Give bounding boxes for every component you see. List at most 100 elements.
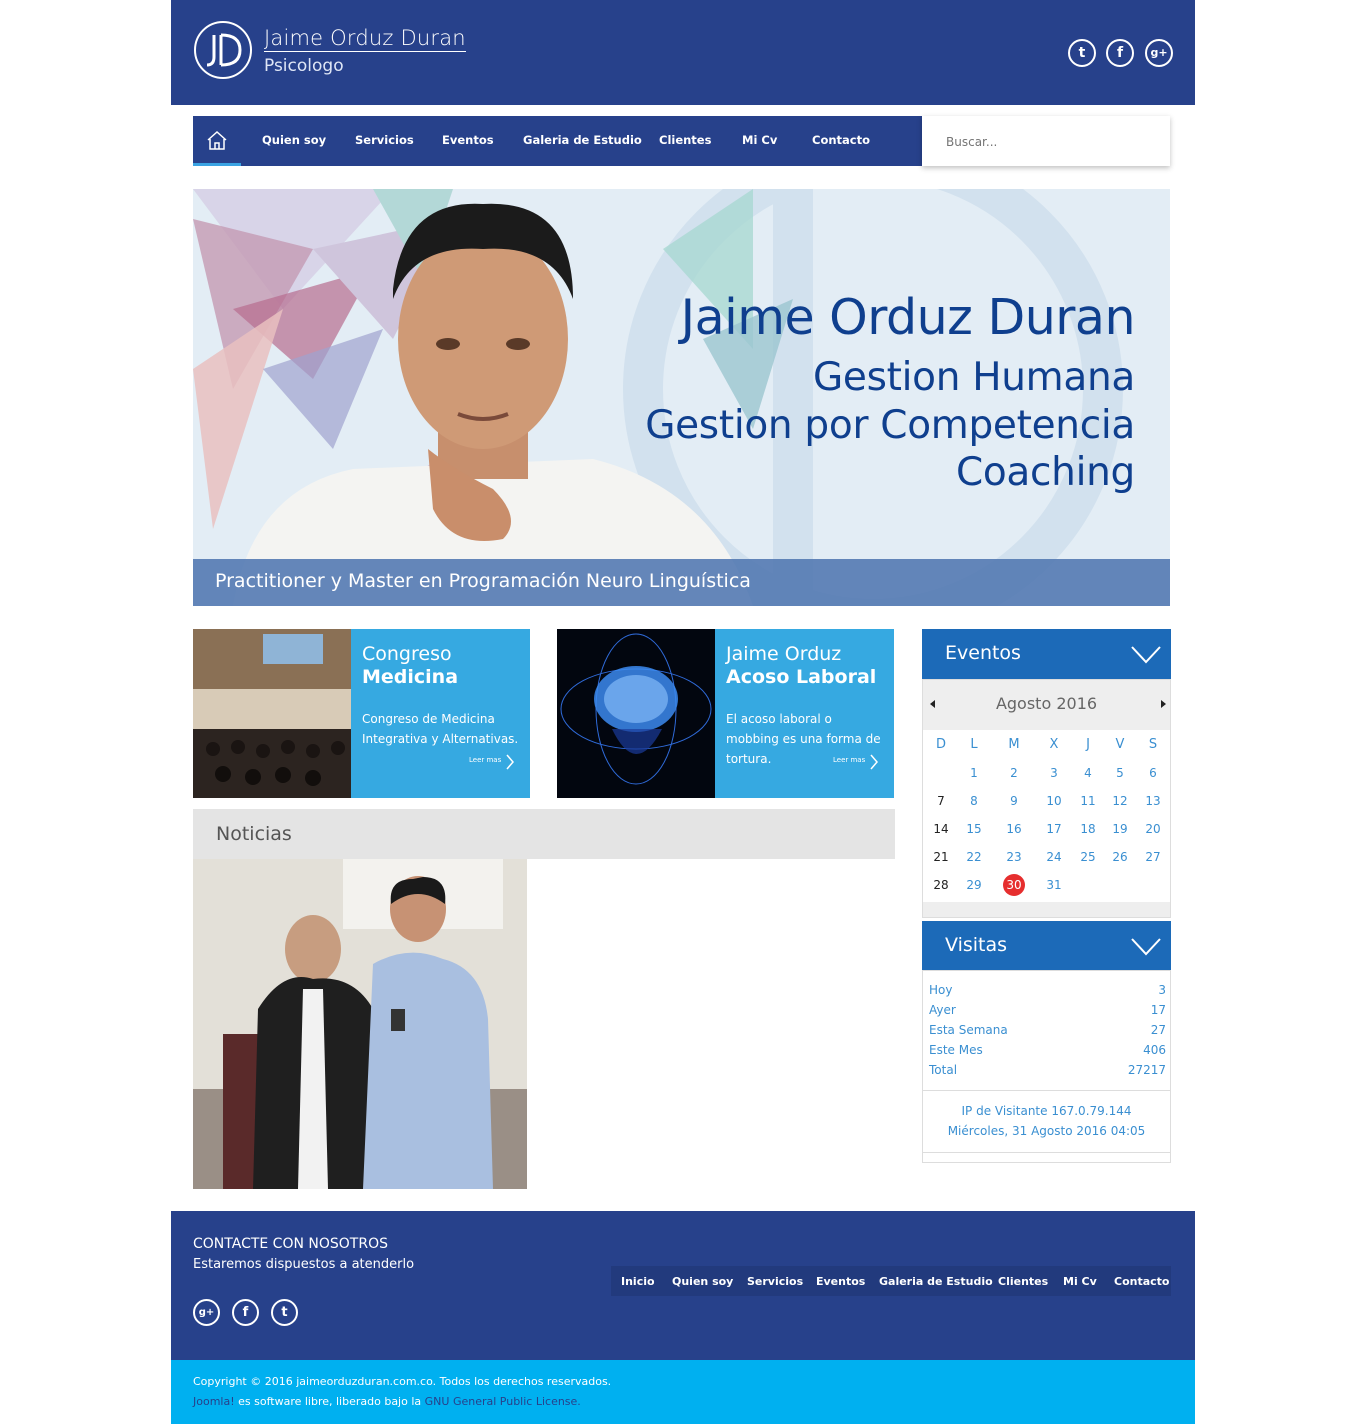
visits-value: 27217 xyxy=(1127,1063,1166,1077)
calendar-day[interactable]: 20 xyxy=(1139,822,1167,836)
calendar-day[interactable]: 5 xyxy=(1106,766,1134,780)
card-title: Congreso Medicina xyxy=(362,643,458,689)
visits-widget-header[interactable]: Visitas xyxy=(922,921,1171,971)
footer-link-quien-soy[interactable]: Quien soy xyxy=(672,1275,733,1288)
card-congreso[interactable]: Congreso Medicina Congreso de Medicina I… xyxy=(193,629,530,798)
footer-link-galeria[interactable]: Galeria de Estudio xyxy=(879,1275,993,1288)
nav-home[interactable] xyxy=(193,116,241,166)
footer-link-clientes[interactable]: Clientes xyxy=(998,1275,1048,1288)
facebook-icon[interactable]: f xyxy=(232,1299,259,1326)
chevron-down-icon[interactable] xyxy=(1131,937,1161,957)
calendar-day[interactable]: 22 xyxy=(960,850,988,864)
card-title-light: Jaime Orduz xyxy=(726,643,842,665)
next-month-icon[interactable] xyxy=(1161,700,1166,708)
visitor-date: Miércoles, 31 Agosto 2016 04:05 xyxy=(947,1124,1146,1138)
calendar-day[interactable]: 3 xyxy=(1040,766,1068,780)
chevron-right-icon[interactable] xyxy=(869,754,879,770)
calendar-day[interactable]: 16 xyxy=(1000,822,1028,836)
nav-item-mi-cv[interactable]: Mi Cv xyxy=(742,133,777,147)
calendar-day[interactable]: 14 xyxy=(927,822,955,836)
visits-label: Esta Semana xyxy=(929,1023,1008,1037)
weekday-header: X xyxy=(1049,737,1059,752)
calendar: Agosto 2016 D L M X J V S 1 2 3 4 5 6 7 8 9 10 11 12 13 14 15… xyxy=(922,679,1171,918)
visits-label: Ayer xyxy=(929,1003,956,1017)
calendar-day[interactable]: 19 xyxy=(1106,822,1134,836)
calendar-day[interactable]: 15 xyxy=(960,822,988,836)
nav-item-quien-soy[interactable]: Quien soy xyxy=(262,133,326,147)
calendar-day[interactable]: 26 xyxy=(1106,850,1134,864)
hero-title: Jaime Orduz Duran xyxy=(680,289,1136,346)
copyright-text: Copyright © 2016 jaimeorduzduran.com.co.… xyxy=(193,1375,612,1388)
calendar-day[interactable]: 2 xyxy=(1000,766,1028,780)
visits-row: Ayer 17 xyxy=(929,1003,1166,1017)
calendar-day[interactable]: 27 xyxy=(1139,850,1167,864)
calendar-day[interactable]: 28 xyxy=(927,878,955,892)
nav-item-eventos[interactable]: Eventos xyxy=(442,133,494,147)
visits-row: Total 27217 xyxy=(929,1063,1166,1077)
license-text: Joomla! es software libre, liberado bajo… xyxy=(193,1395,581,1408)
calendar-day[interactable]: 9 xyxy=(1000,794,1028,808)
hero-caption-bar: Practitioner y Master en Programación Ne… xyxy=(193,559,1170,606)
calendar-day[interactable]: 25 xyxy=(1074,850,1102,864)
footer-link-mi-cv[interactable]: Mi Cv xyxy=(1063,1275,1097,1288)
events-title: Eventos xyxy=(945,642,1021,664)
calendar-day[interactable]: 4 xyxy=(1074,766,1102,780)
logo-icon[interactable] xyxy=(194,21,252,79)
visits-value: 3 xyxy=(1158,983,1166,997)
calendar-day[interactable]: 18 xyxy=(1074,822,1102,836)
site-name[interactable]: Jaime Orduz Duran xyxy=(264,26,466,52)
nav-item-contacto[interactable]: Contacto xyxy=(812,133,870,147)
footer-link-inicio[interactable]: Inicio xyxy=(621,1275,655,1288)
site-subtitle: Psicologo xyxy=(264,56,344,76)
calendar-day[interactable]: 8 xyxy=(960,794,988,808)
site-header: Jaime Orduz Duran Psicologo t f g+ xyxy=(171,0,1195,105)
calendar-day[interactable]: 6 xyxy=(1139,766,1167,780)
card-description: Congreso de Medicina Integrativa y Alter… xyxy=(362,712,519,746)
footer-title: CONTACTE CON NOSOTROS xyxy=(193,1236,388,1252)
card-acoso-laboral[interactable]: Jaime Orduz Acoso Laboral El acoso labor… xyxy=(557,629,894,798)
calendar-day[interactable]: 12 xyxy=(1106,794,1134,808)
twitter-icon[interactable]: t xyxy=(1068,39,1096,67)
calendar-day[interactable]: 1 xyxy=(960,766,988,780)
hero-banner: Jaime Orduz Duran Gestion Humana Gestion… xyxy=(193,189,1170,606)
read-more-link[interactable]: Leer mas xyxy=(833,756,865,764)
joomla-link[interactable]: Joomla! xyxy=(193,1395,235,1408)
calendar-day[interactable]: 24 xyxy=(1040,850,1068,864)
events-widget-header[interactable]: Eventos xyxy=(922,629,1171,679)
calendar-day[interactable]: 31 xyxy=(1040,878,1068,892)
calendar-month-bar: Agosto 2016 xyxy=(923,680,1170,730)
footer-link-contacto[interactable]: Contacto xyxy=(1114,1275,1169,1288)
footer-link-eventos[interactable]: Eventos xyxy=(816,1275,865,1288)
visits-box: Hoy 3 Ayer 17 Esta Semana 27 Este Mes 406 To… xyxy=(922,970,1171,1163)
calendar-month: Agosto 2016 xyxy=(995,694,1098,713)
calendar-day[interactable]: 17 xyxy=(1040,822,1068,836)
calendar-day[interactable]: 21 xyxy=(927,850,955,864)
calendar-day[interactable]: 10 xyxy=(1040,794,1068,808)
gpl-link[interactable]: GNU General Public License. xyxy=(425,1395,581,1408)
footer-subtitle: Estaremos dispuestos a atenderlo xyxy=(193,1257,415,1272)
calendar-day[interactable]: 13 xyxy=(1139,794,1167,808)
google-plus-icon[interactable]: g+ xyxy=(193,1299,220,1326)
search-input[interactable] xyxy=(944,131,1148,153)
chevron-right-icon[interactable] xyxy=(505,754,515,770)
read-more-link[interactable]: Leer mas xyxy=(469,756,501,764)
weekday-header: M xyxy=(1008,737,1020,752)
home-icon xyxy=(207,130,227,150)
nav-item-servicios[interactable]: Servicios xyxy=(355,133,414,147)
calendar-day[interactable]: 30 xyxy=(1000,878,1028,892)
calendar-day[interactable]: 29 xyxy=(960,878,988,892)
twitter-icon[interactable]: t xyxy=(271,1299,298,1326)
footer-link-servicios[interactable]: Servicios xyxy=(747,1275,803,1288)
google-plus-icon[interactable]: g+ xyxy=(1145,39,1173,67)
news-photo[interactable] xyxy=(193,859,527,1189)
divider xyxy=(923,1152,1170,1153)
chevron-down-icon[interactable] xyxy=(1131,645,1161,665)
card-title-bold: Acoso Laboral xyxy=(726,666,877,688)
calendar-day[interactable]: 11 xyxy=(1074,794,1102,808)
nav-item-galeria[interactable]: Galeria de Estudio xyxy=(523,133,642,147)
calendar-day[interactable]: 23 xyxy=(1000,850,1028,864)
nav-item-clientes[interactable]: Clientes xyxy=(659,133,711,147)
card-title: Jaime Orduz Acoso Laboral xyxy=(726,643,876,689)
calendar-day[interactable]: 7 xyxy=(927,794,955,808)
facebook-icon[interactable]: f xyxy=(1106,39,1134,67)
